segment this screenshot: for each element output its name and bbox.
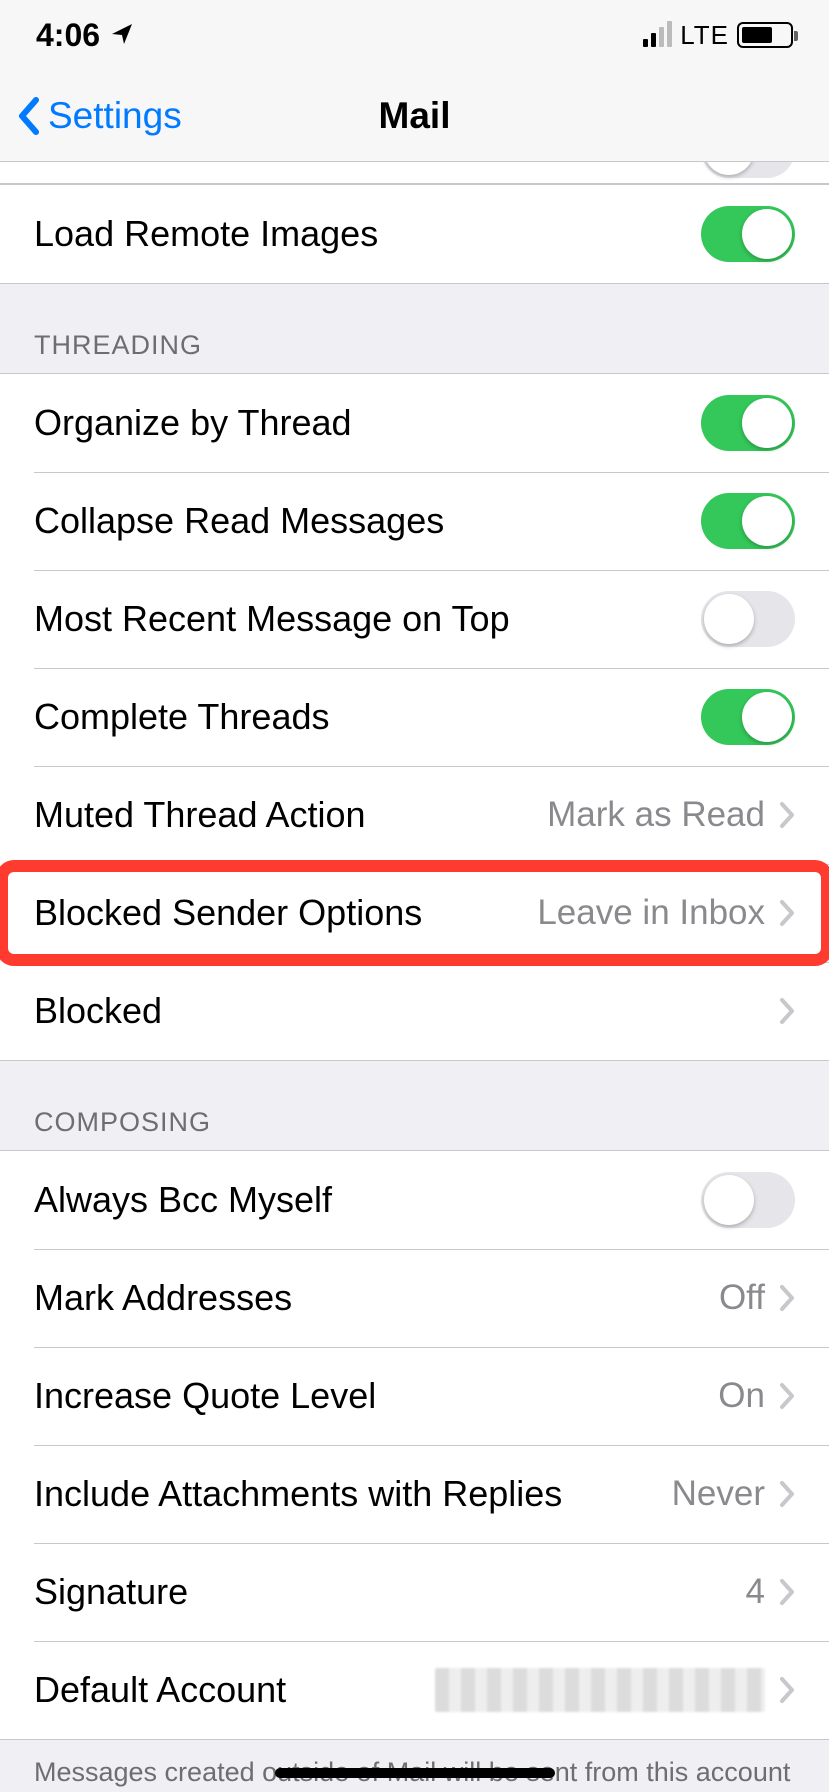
value-mark-addresses: Off xyxy=(719,1278,765,1318)
row-signature[interactable]: Signature 4 xyxy=(0,1543,829,1641)
value-include-attachments: Never xyxy=(672,1474,765,1514)
value-increase-quote-level: On xyxy=(718,1376,765,1416)
label-collapse-read: Collapse Read Messages xyxy=(34,500,701,542)
toggle-partial[interactable] xyxy=(701,162,795,178)
section-header-threading: THREADING xyxy=(0,284,829,373)
chevron-right-icon xyxy=(779,899,795,927)
composing-group: Always Bcc Myself Mark Addresses Off Inc… xyxy=(0,1150,829,1740)
chevron-right-icon xyxy=(779,801,795,829)
row-default-account[interactable]: Default Account xyxy=(0,1641,829,1739)
chevron-right-icon xyxy=(779,997,795,1025)
value-muted-thread-action: Mark as Read xyxy=(547,795,765,835)
toggle-collapse-read[interactable] xyxy=(701,493,795,549)
chevron-right-icon xyxy=(779,1578,795,1606)
row-blocked-sender-options[interactable]: Blocked Sender Options Leave in Inbox xyxy=(0,864,829,962)
row-load-remote-images[interactable]: Load Remote Images xyxy=(0,185,829,283)
location-icon xyxy=(110,17,134,54)
row-organize-by-thread[interactable]: Organize by Thread xyxy=(0,374,829,472)
row-most-recent-top[interactable]: Most Recent Message on Top xyxy=(0,570,829,668)
chevron-right-icon xyxy=(779,1676,795,1704)
chevron-left-icon xyxy=(16,96,42,136)
nav-bar: Settings Mail xyxy=(0,70,829,162)
value-blocked-sender-options: Leave in Inbox xyxy=(537,893,765,933)
label-signature: Signature xyxy=(34,1571,746,1613)
label-complete-threads: Complete Threads xyxy=(34,696,701,738)
toggle-always-bcc[interactable] xyxy=(701,1172,795,1228)
row-blocked[interactable]: Blocked xyxy=(0,962,829,1060)
row-mark-addresses[interactable]: Mark Addresses Off xyxy=(0,1249,829,1347)
status-time: 4:06 xyxy=(36,17,100,54)
value-signature: 4 xyxy=(746,1572,765,1612)
label-blocked: Blocked xyxy=(34,990,779,1032)
label-always-bcc: Always Bcc Myself xyxy=(34,1179,701,1221)
label-load-remote-images: Load Remote Images xyxy=(34,213,701,255)
composing-footer: Messages created outside of Mail will be… xyxy=(0,1740,829,1792)
chevron-right-icon xyxy=(779,1284,795,1312)
label-mark-addresses: Mark Addresses xyxy=(34,1277,719,1319)
chevron-right-icon xyxy=(779,1382,795,1410)
back-button[interactable]: Settings xyxy=(0,95,182,137)
threading-group: Organize by Thread Collapse Read Message… xyxy=(0,373,829,1061)
network-type: LTE xyxy=(680,20,729,51)
label-include-attachments: Include Attachments with Replies xyxy=(34,1473,672,1515)
status-bar: 4:06 LTE xyxy=(0,0,829,70)
section-header-composing: COMPOSING xyxy=(0,1061,829,1150)
label-organize-by-thread: Organize by Thread xyxy=(34,402,701,444)
back-label: Settings xyxy=(48,95,182,137)
previous-row-partial xyxy=(0,162,829,184)
home-indicator xyxy=(275,1768,555,1778)
toggle-complete-threads[interactable] xyxy=(701,689,795,745)
row-complete-threads[interactable]: Complete Threads xyxy=(0,668,829,766)
battery-icon xyxy=(737,22,793,48)
cellular-signal-icon xyxy=(643,23,672,47)
label-increase-quote-level: Increase Quote Level xyxy=(34,1375,718,1417)
label-most-recent-top: Most Recent Message on Top xyxy=(34,598,701,640)
toggle-load-remote-images[interactable] xyxy=(701,206,795,262)
toggle-organize-by-thread[interactable] xyxy=(701,395,795,451)
row-include-attachments[interactable]: Include Attachments with Replies Never xyxy=(0,1445,829,1543)
value-default-account-redacted xyxy=(435,1668,765,1712)
label-default-account: Default Account xyxy=(34,1669,435,1711)
row-collapse-read[interactable]: Collapse Read Messages xyxy=(0,472,829,570)
row-always-bcc[interactable]: Always Bcc Myself xyxy=(0,1151,829,1249)
toggle-most-recent-top[interactable] xyxy=(701,591,795,647)
row-muted-thread-action[interactable]: Muted Thread Action Mark as Read xyxy=(0,766,829,864)
label-muted-thread-action: Muted Thread Action xyxy=(34,794,547,836)
row-increase-quote-level[interactable]: Increase Quote Level On xyxy=(0,1347,829,1445)
chevron-right-icon xyxy=(779,1480,795,1508)
label-blocked-sender-options: Blocked Sender Options xyxy=(34,892,537,934)
